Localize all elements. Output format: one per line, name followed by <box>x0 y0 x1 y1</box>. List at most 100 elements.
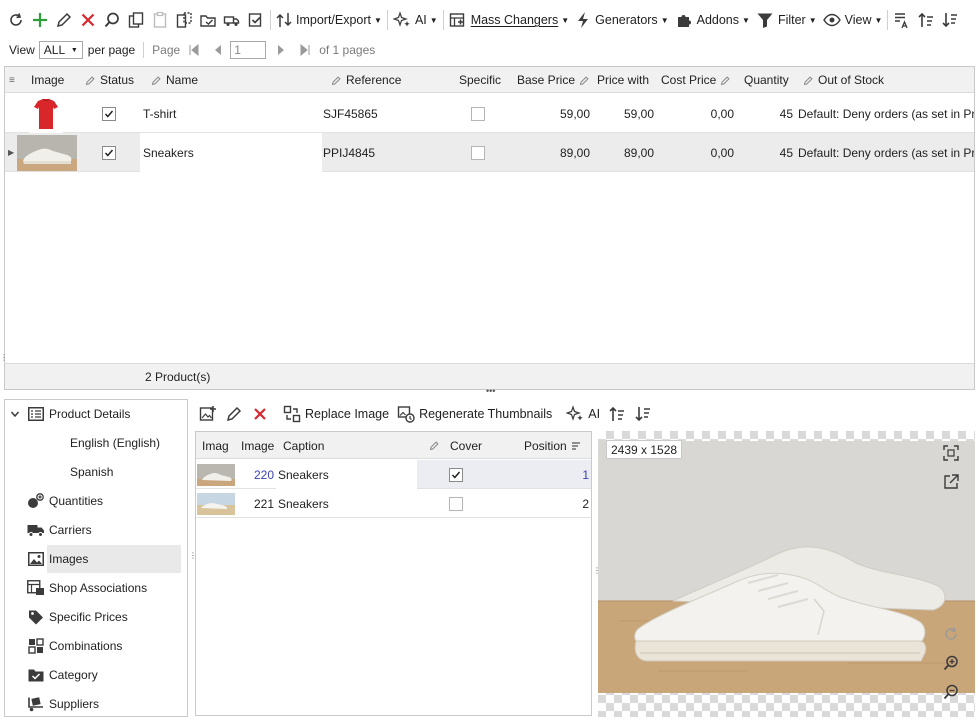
nav-item-specific-prices[interactable]: Specific Prices <box>5 603 187 631</box>
column-position[interactable]: Position <box>524 432 581 459</box>
image-position[interactable]: 1 <box>546 460 589 489</box>
column-price-with[interactable]: Price with <box>597 67 649 93</box>
edit-image-button[interactable] <box>222 401 246 427</box>
refresh-button[interactable] <box>4 7 28 33</box>
check-button[interactable] <box>244 7 268 33</box>
column-caption[interactable]: Caption <box>283 432 324 459</box>
edit-button[interactable] <box>52 7 76 33</box>
replace-image-button[interactable]: Replace Image <box>280 401 392 427</box>
filter-menu[interactable]: Filter ▼ <box>753 7 820 33</box>
base-price[interactable]: 89,00 <box>525 133 590 172</box>
nav-item-shop-associations[interactable]: Shop Associations <box>5 574 187 602</box>
fit-screen-button[interactable] <box>942 444 960 462</box>
column-specific[interactable]: Specific <box>459 67 501 93</box>
column-status[interactable]: Status <box>85 67 134 93</box>
rotate-button[interactable] <box>942 625 960 643</box>
delete-button[interactable] <box>76 7 100 33</box>
nav-item-quantities[interactable]: Quantities <box>5 487 187 515</box>
horizontal-splitter[interactable]: ••• <box>486 386 495 396</box>
duplicate-button[interactable] <box>172 7 196 33</box>
cover-checkbox[interactable] <box>449 489 463 518</box>
status-checkbox[interactable] <box>102 94 116 133</box>
image-position[interactable]: 2 <box>546 489 589 518</box>
out-of-stock[interactable]: Default: Deny orders (as set in Pref <box>798 133 974 172</box>
list-item[interactable]: 220 Sneakers 1 <box>196 460 591 489</box>
quantity[interactable]: 45 <box>745 133 793 172</box>
sort-desc-button[interactable] <box>938 7 962 33</box>
shipping-button[interactable] <box>220 7 244 33</box>
column-base-price[interactable]: Base Price <box>517 67 590 93</box>
product-name[interactable]: T-shirt <box>143 94 176 133</box>
column-image[interactable]: Image <box>31 67 64 93</box>
table-row[interactable]: T-shirt SJF45865 59,00 59,00 0,00 45 Def… <box>5 94 974 133</box>
quantity[interactable]: 45 <box>745 94 793 133</box>
cover-checkbox[interactable] <box>449 460 463 489</box>
cost-price[interactable]: 0,00 <box>665 133 734 172</box>
image-caption[interactable]: Sneakers <box>276 460 417 489</box>
images-ai-button[interactable]: AI <box>563 401 603 427</box>
list-item[interactable]: 221 Sneakers 2 <box>196 489 591 518</box>
images-sort-asc-button[interactable] <box>605 401 629 427</box>
column-image-id[interactable]: Image <box>241 432 274 459</box>
nav-item-combinations[interactable]: Combinations <box>5 632 187 660</box>
add-image-button[interactable] <box>196 401 220 427</box>
paste-button[interactable] <box>148 7 172 33</box>
sort-asc-button[interactable] <box>914 7 938 33</box>
price-with[interactable]: 89,00 <box>595 133 654 172</box>
column-menu-icon[interactable]: ≡ <box>9 67 15 93</box>
prev-page-button[interactable] <box>212 44 224 56</box>
nav-item-images[interactable]: Images <box>5 545 187 573</box>
images-sort-desc-button[interactable] <box>631 401 655 427</box>
nav-item-suppliers[interactable]: Suppliers <box>5 690 187 716</box>
column-quantity[interactable]: Quantity <box>744 67 789 93</box>
product-reference[interactable]: PPIJ4845 <box>323 133 375 172</box>
specific-checkbox[interactable] <box>471 94 485 133</box>
chevron-down-icon[interactable] <box>10 409 20 419</box>
search-button[interactable] <box>100 7 124 33</box>
next-page-button[interactable] <box>275 44 287 56</box>
zoom-out-button[interactable] <box>942 683 960 701</box>
last-page-button[interactable] <box>299 44 311 56</box>
mass-changers-menu[interactable]: Mass Changers ▼ <box>446 7 572 33</box>
specific-checkbox[interactable] <box>471 133 485 172</box>
import-export-menu[interactable]: Import/Export ▼ <box>273 7 385 33</box>
nav-item-spanish[interactable]: Spanish <box>5 458 187 486</box>
out-of-stock[interactable]: Default: Deny orders (as set in Pref <box>798 94 974 133</box>
image-id[interactable]: 220 <box>240 460 274 489</box>
product-reference[interactable]: SJF45865 <box>323 94 378 133</box>
status-checkbox[interactable] <box>102 133 116 172</box>
nav-item-carriers[interactable]: Carriers <box>5 516 187 544</box>
ai-menu[interactable]: AI ▼ <box>390 7 441 33</box>
move-button[interactable] <box>196 7 220 33</box>
column-out-of-stock[interactable]: Out of Stock <box>803 67 884 93</box>
per-page-select[interactable]: ALL ▼ <box>38 41 83 59</box>
sort-text-button[interactable] <box>890 7 914 33</box>
nav-item-english[interactable]: English (English) <box>5 429 187 457</box>
column-image-thumb[interactable]: Imag <box>202 432 229 459</box>
first-page-button[interactable] <box>188 44 200 56</box>
copy-button[interactable] <box>124 7 148 33</box>
left-splitter[interactable]: ⋮ <box>0 353 8 362</box>
table-row[interactable]: ▶ Sneakers PPIJ4845 89,00 89,00 0,00 45 … <box>5 133 974 172</box>
add-button[interactable] <box>28 7 52 33</box>
column-cost-price[interactable]: Cost Price <box>661 67 731 93</box>
addons-menu[interactable]: Addons ▼ <box>672 7 753 33</box>
zoom-in-button[interactable] <box>942 654 960 672</box>
page-number-input[interactable]: 1 <box>230 41 267 59</box>
cost-price[interactable]: 0,00 <box>665 94 734 133</box>
open-external-button[interactable] <box>942 473 960 491</box>
generators-menu[interactable]: Generators ▼ <box>572 7 671 33</box>
column-cover[interactable]: Cover <box>429 432 482 459</box>
delete-image-button[interactable] <box>248 401 272 427</box>
nav-item-product-details[interactable]: Product Details <box>5 400 187 428</box>
product-name[interactable]: Sneakers <box>140 133 322 172</box>
column-name[interactable]: Name <box>151 67 198 93</box>
base-price[interactable]: 59,00 <box>525 94 590 133</box>
column-reference[interactable]: Reference <box>331 67 401 93</box>
image-caption[interactable]: Sneakers <box>276 489 329 518</box>
image-preview[interactable] <box>598 431 975 717</box>
nav-item-category[interactable]: Category <box>5 661 187 689</box>
image-id[interactable]: 221 <box>240 489 274 518</box>
regenerate-thumbnails-button[interactable]: Regenerate Thumbnails <box>394 401 555 427</box>
view-menu[interactable]: View ▼ <box>820 7 886 33</box>
